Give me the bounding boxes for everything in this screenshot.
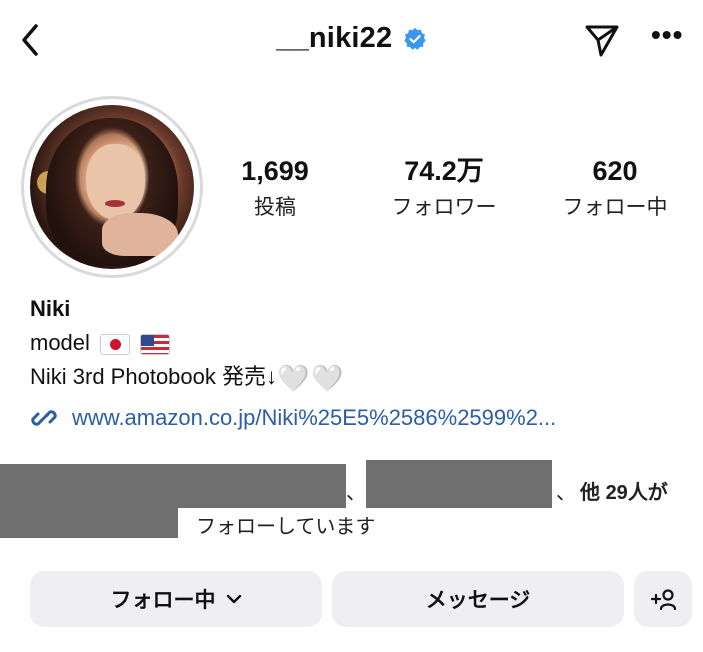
suggest-people-button[interactable]	[634, 571, 692, 627]
avatar-hand	[102, 213, 178, 256]
followed-by-others[interactable]: 他 29人が	[580, 476, 668, 505]
stat-followers-count: 74.2万	[404, 156, 484, 186]
us-flag-icon	[140, 333, 171, 355]
following-button-label: フォロー中	[110, 589, 216, 612]
followed-by-line2: フォローしています	[196, 516, 376, 538]
send-direct-icon[interactable]	[584, 22, 620, 58]
message-button[interactable]: メッセージ	[332, 571, 624, 627]
top-navigation-bar: __niki22 •••	[0, 0, 703, 80]
chevron-down-icon	[226, 594, 241, 604]
avatar-lips	[105, 200, 126, 207]
bio-line-model: model	[30, 326, 346, 360]
add-person-icon	[650, 589, 677, 611]
verified-badge-icon	[404, 27, 426, 50]
following-button[interactable]: フォロー中	[30, 571, 322, 627]
redacted-follower-name-2	[366, 460, 552, 508]
profile-username: __niki22	[276, 22, 393, 54]
stat-following-count: 620	[592, 156, 638, 186]
more-options-icon[interactable]: •••	[651, 21, 687, 53]
followed-by-separator-2: 、	[556, 482, 576, 504]
avatar[interactable]	[30, 105, 194, 269]
link-icon	[31, 410, 57, 426]
stat-posts-count: 1,699	[241, 156, 309, 186]
stat-followers[interactable]: 74.2万 フォロワー	[374, 155, 514, 221]
link-url[interactable]: www.amazon.co.jp/Niki%25E5%2586%2599%2..…	[72, 405, 556, 431]
stat-following-label: フォロー中	[562, 196, 668, 219]
avatar-face	[85, 144, 145, 220]
bio-external-link[interactable]: www.amazon.co.jp/Niki%25E5%2586%2599%2..…	[30, 398, 556, 438]
japan-flag-icon	[100, 333, 131, 355]
message-button-label: メッセージ	[425, 589, 531, 612]
profile-bio: Niki model Niki 3rd Photobook 発売↓🤍🤍	[30, 292, 346, 395]
profile-display-name: Niki	[30, 296, 71, 321]
stat-posts[interactable]: 1,699 投稿	[205, 155, 345, 221]
redacted-follower-avatars	[0, 464, 178, 538]
followed-by-others-suffix: 人が	[627, 482, 668, 504]
followed-by-others-prefix: 他	[580, 482, 600, 504]
bio-photobook-text: Niki 3rd Photobook 発売↓	[30, 364, 277, 389]
stat-posts-label: 投稿	[254, 196, 296, 219]
bio-line-photobook: Niki 3rd Photobook 発売↓🤍🤍	[30, 360, 346, 395]
white-hearts-emoji: 🤍🤍	[277, 363, 346, 394]
profile-avatar-ring[interactable]	[21, 96, 203, 278]
followed-by-separator-1: 、	[346, 482, 366, 504]
bio-model-text: model	[30, 330, 90, 355]
redacted-follower-name-1	[178, 464, 346, 508]
stat-following[interactable]: 620 フォロー中	[545, 155, 685, 221]
followed-by-others-count: 29	[605, 482, 628, 504]
stat-followers-label: フォロワー	[391, 196, 497, 219]
